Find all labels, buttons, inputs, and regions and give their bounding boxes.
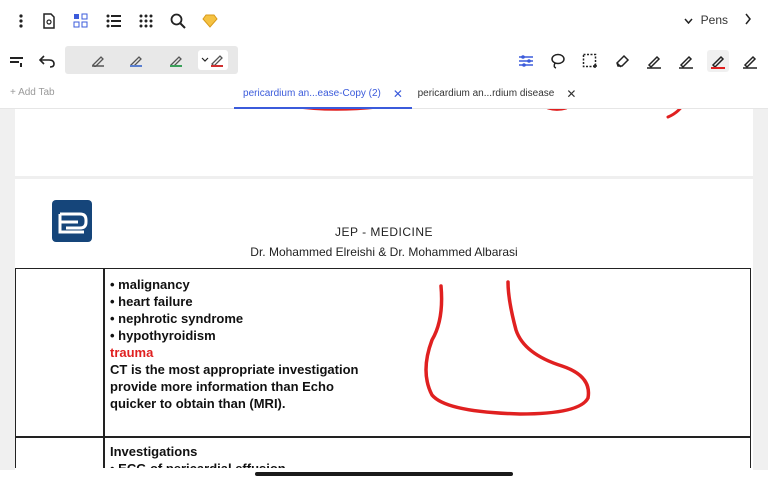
tab-bar: + Add Tab pericardium an...ease-Copy (2)… bbox=[0, 80, 768, 109]
list-item: • nephrotic syndrome bbox=[110, 311, 244, 326]
close-icon[interactable]: ✕ bbox=[566, 87, 576, 101]
pen-preset-gray[interactable] bbox=[87, 50, 109, 70]
lasso-tool-icon[interactable] bbox=[6, 50, 28, 72]
pen-preset-green[interactable] bbox=[165, 50, 187, 70]
tab-label: pericardium an...rdium disease bbox=[417, 88, 555, 99]
text-line: quicker to obtain than (MRI). bbox=[110, 396, 286, 411]
grid-view-icon[interactable] bbox=[70, 10, 92, 32]
trauma-label: trauma bbox=[110, 345, 154, 360]
tab-pericardium-disease[interactable]: pericardium an...rdium disease ✕ bbox=[412, 80, 582, 107]
list-item: • hypothyroidism bbox=[110, 328, 216, 343]
pen-icon[interactable] bbox=[643, 50, 665, 72]
pen-presets bbox=[65, 46, 238, 74]
document-header-title: JEP - MEDICINE bbox=[334, 225, 434, 239]
chevron-right-icon[interactable] bbox=[744, 12, 752, 30]
text-line: CT is the most appropriate investigation bbox=[110, 362, 359, 377]
table-column-divider bbox=[103, 268, 105, 468]
settings-sliders-icon[interactable] bbox=[515, 50, 537, 72]
fountain-pen-icon[interactable] bbox=[739, 50, 761, 72]
pens-label: Pens bbox=[700, 13, 728, 27]
document-icon[interactable] bbox=[38, 10, 60, 32]
close-icon[interactable]: ✕ bbox=[393, 87, 403, 101]
investigations-first-item: • ECG of pericardial effusion bbox=[110, 460, 286, 468]
eraser-icon[interactable] bbox=[611, 50, 633, 72]
investigations-title: Investigations bbox=[110, 444, 198, 459]
pencil-icon[interactable] bbox=[675, 50, 697, 72]
lasso-select-icon[interactable] bbox=[547, 50, 569, 72]
pens-dropdown[interactable]: Pens bbox=[684, 13, 728, 27]
table-cell-content: • malignancy • heart failure • nephrotic… bbox=[110, 276, 358, 412]
chevron-down-icon bbox=[684, 13, 693, 27]
search-icon[interactable] bbox=[167, 10, 189, 32]
pen-toolbar bbox=[0, 44, 768, 78]
premium-diamond-icon[interactable] bbox=[199, 10, 221, 32]
list-item: • malignancy bbox=[110, 277, 190, 292]
more-vertical-icon[interactable] bbox=[10, 10, 32, 32]
top-toolbar: Pens bbox=[0, 0, 768, 44]
text-line: provide more information than Echo bbox=[110, 379, 334, 394]
pen-preset-red[interactable] bbox=[198, 50, 228, 70]
highlighter-icon[interactable] bbox=[707, 50, 729, 72]
apps-icon[interactable] bbox=[135, 10, 157, 32]
document-header-authors: Dr. Mohammed Elreishi & Dr. Mohammed Alb… bbox=[250, 245, 518, 259]
undo-icon[interactable] bbox=[36, 50, 58, 72]
add-tab-button[interactable]: + Add Tab bbox=[10, 87, 55, 98]
pen-preset-blue[interactable] bbox=[125, 50, 147, 70]
list-item: • heart failure bbox=[110, 294, 193, 309]
tab-label: pericardium an...ease-Copy (2) bbox=[243, 88, 381, 99]
home-indicator[interactable] bbox=[255, 472, 513, 476]
list-icon[interactable] bbox=[103, 10, 125, 32]
selection-box-icon[interactable] bbox=[579, 50, 601, 72]
tab-pericardium-copy[interactable]: pericardium an...ease-Copy (2) ✕ bbox=[234, 80, 412, 109]
page-separator bbox=[15, 176, 753, 179]
table-row-divider bbox=[15, 436, 751, 438]
